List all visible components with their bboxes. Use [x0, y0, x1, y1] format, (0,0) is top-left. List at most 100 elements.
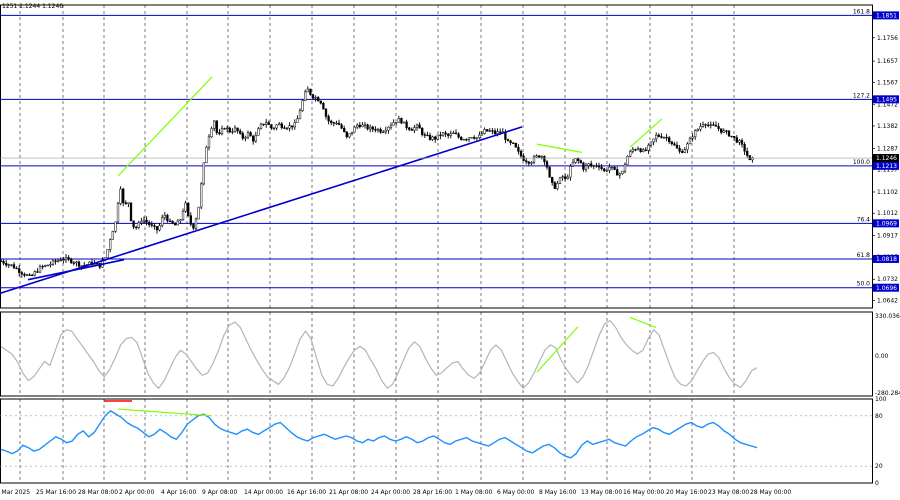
candle-body: [0, 260, 3, 262]
candle-body: [613, 166, 616, 170]
candle-body: [176, 220, 179, 226]
candle-body: [701, 124, 705, 127]
candle-body: [579, 160, 582, 164]
candle-body: [514, 142, 517, 148]
candle-body: [54, 260, 57, 262]
candle-body: [400, 118, 403, 124]
candle-body: [41, 266, 44, 268]
candle-body: [59, 259, 62, 262]
rsi-tick-label: 0: [875, 480, 879, 487]
candle-body: [720, 128, 723, 133]
candle-body: [62, 259, 65, 261]
candle-body: [252, 135, 255, 142]
candle-body: [714, 124, 718, 127]
time-tick-label: 28 May 00:00: [750, 489, 791, 496]
fib-price-tag: 1.1213: [873, 161, 899, 170]
candle-body: [712, 124, 715, 126]
candle-body: [722, 130, 725, 133]
candle-body: [249, 132, 252, 137]
candle-body: [449, 133, 452, 136]
candle-body: [171, 220, 174, 224]
cci-tick-label: 330.0361: [875, 313, 900, 320]
time-tick-label: 8 May 16:00: [539, 489, 577, 496]
candle-body: [545, 161, 549, 168]
candle-body: [387, 126, 390, 131]
candle-body: [7, 264, 10, 266]
candle-body: [649, 141, 653, 146]
candle-body: [707, 124, 710, 127]
candle-body: [44, 264, 47, 267]
candle-body: [569, 166, 572, 178]
candle-body: [197, 206, 200, 220]
price-tick-label: 1.1567: [877, 79, 898, 86]
time-tick-label: 28 Mar 08:00: [78, 489, 118, 496]
time-tick-label: 25 Mar 16:00: [36, 489, 76, 496]
candle-body: [623, 164, 627, 172]
candle-body: [106, 249, 109, 258]
price-tick-label: 1.1756: [877, 35, 898, 42]
fib-price-tag-text: 1.0696: [876, 285, 897, 292]
candle-body: [460, 137, 463, 140]
candle-body: [631, 149, 634, 152]
candle-body: [189, 215, 192, 225]
candle-body: [709, 124, 712, 126]
candle-body: [340, 124, 343, 129]
candle-body: [350, 131, 354, 134]
candle-body: [358, 124, 361, 128]
candle-body: [561, 176, 564, 178]
candle-body: [246, 132, 250, 138]
candle-body: [270, 124, 273, 129]
candle-body: [410, 129, 413, 131]
candle-body: [267, 122, 270, 125]
candle-body: [543, 156, 546, 162]
candle-body: [293, 122, 296, 128]
candle-body: [361, 124, 364, 128]
candle-body: [462, 139, 465, 141]
candle-body: [439, 134, 442, 136]
candle-body: [493, 130, 497, 134]
candle-body: [595, 165, 598, 167]
candle-body: [317, 97, 320, 102]
candle-body: [374, 128, 377, 131]
candle-body: [470, 137, 473, 139]
candle-body: [38, 266, 42, 273]
time-tick-label: 23 May 08:00: [708, 489, 749, 496]
candle-body: [291, 125, 294, 128]
candle-body: [324, 108, 328, 117]
candle-body: [265, 122, 268, 125]
candle-body: [730, 135, 733, 138]
time-tick-label: 20 May 16:00: [666, 489, 707, 496]
candle-body: [207, 136, 211, 148]
candle-body: [51, 260, 55, 265]
candle-body: [109, 239, 112, 250]
candle-body: [441, 132, 445, 136]
candle-body: [491, 130, 494, 132]
candle-body: [80, 265, 83, 267]
candle-body: [161, 217, 164, 226]
candle-body: [444, 132, 447, 135]
candle-body: [512, 142, 515, 144]
candle-body: [597, 165, 601, 168]
time-tick-label: 13 May 08:00: [581, 489, 622, 496]
candle-body: [140, 220, 143, 223]
time-tick-label: 1 May 08:00: [455, 489, 493, 496]
candle-body: [343, 127, 346, 133]
candle-body: [155, 226, 159, 231]
candle-body: [402, 121, 406, 124]
candle-body: [566, 176, 569, 179]
candle-body: [436, 134, 439, 140]
candle-body: [746, 150, 749, 156]
rsi-tick-label: 100: [875, 396, 887, 403]
candle-body: [704, 124, 707, 126]
candle-body: [306, 88, 309, 93]
candle-body: [280, 123, 283, 128]
price-tick-label: 1.0732: [877, 276, 898, 283]
candle-body: [215, 120, 218, 133]
candle-body: [228, 127, 231, 133]
candle-body: [696, 128, 699, 131]
candle-body: [122, 188, 125, 204]
fib-price-tag-text: 1.1851: [876, 13, 897, 20]
candle-body: [486, 129, 489, 132]
candle-body: [18, 268, 21, 273]
candle-body: [327, 116, 330, 122]
